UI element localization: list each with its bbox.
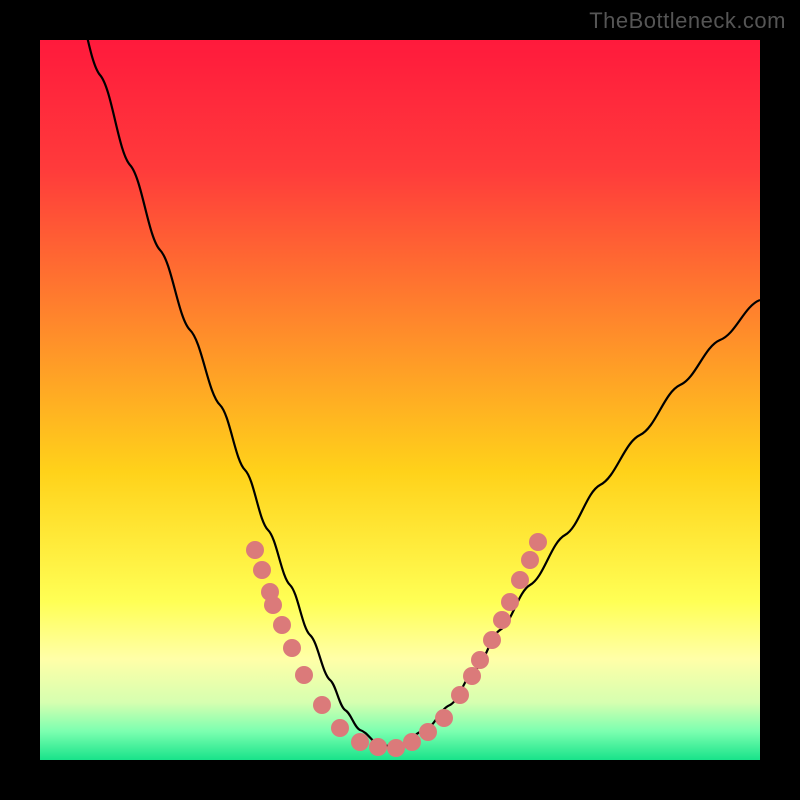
chart-frame: TheBottleneck.com xyxy=(0,0,800,800)
data-marker xyxy=(493,611,511,629)
data-marker xyxy=(295,666,313,684)
data-marker xyxy=(501,593,519,611)
plot-area xyxy=(40,40,760,760)
left-curve xyxy=(70,40,380,745)
data-marker xyxy=(471,651,489,669)
data-marker xyxy=(463,667,481,685)
data-marker xyxy=(264,596,282,614)
data-marker xyxy=(403,733,421,751)
data-marker xyxy=(331,719,349,737)
data-marker xyxy=(351,733,369,751)
data-marker xyxy=(419,723,437,741)
markers-group xyxy=(246,533,547,757)
chart-overlay xyxy=(40,40,760,760)
watermark-text: TheBottleneck.com xyxy=(589,8,786,34)
data-marker xyxy=(283,639,301,657)
data-marker xyxy=(483,631,501,649)
data-marker xyxy=(253,561,271,579)
data-marker xyxy=(313,696,331,714)
data-marker xyxy=(529,533,547,551)
data-marker xyxy=(511,571,529,589)
data-marker xyxy=(246,541,264,559)
data-marker xyxy=(387,739,405,757)
data-marker xyxy=(273,616,291,634)
right-curve xyxy=(400,300,760,745)
data-marker xyxy=(451,686,469,704)
data-marker xyxy=(521,551,539,569)
data-marker xyxy=(435,709,453,727)
data-marker xyxy=(369,738,387,756)
